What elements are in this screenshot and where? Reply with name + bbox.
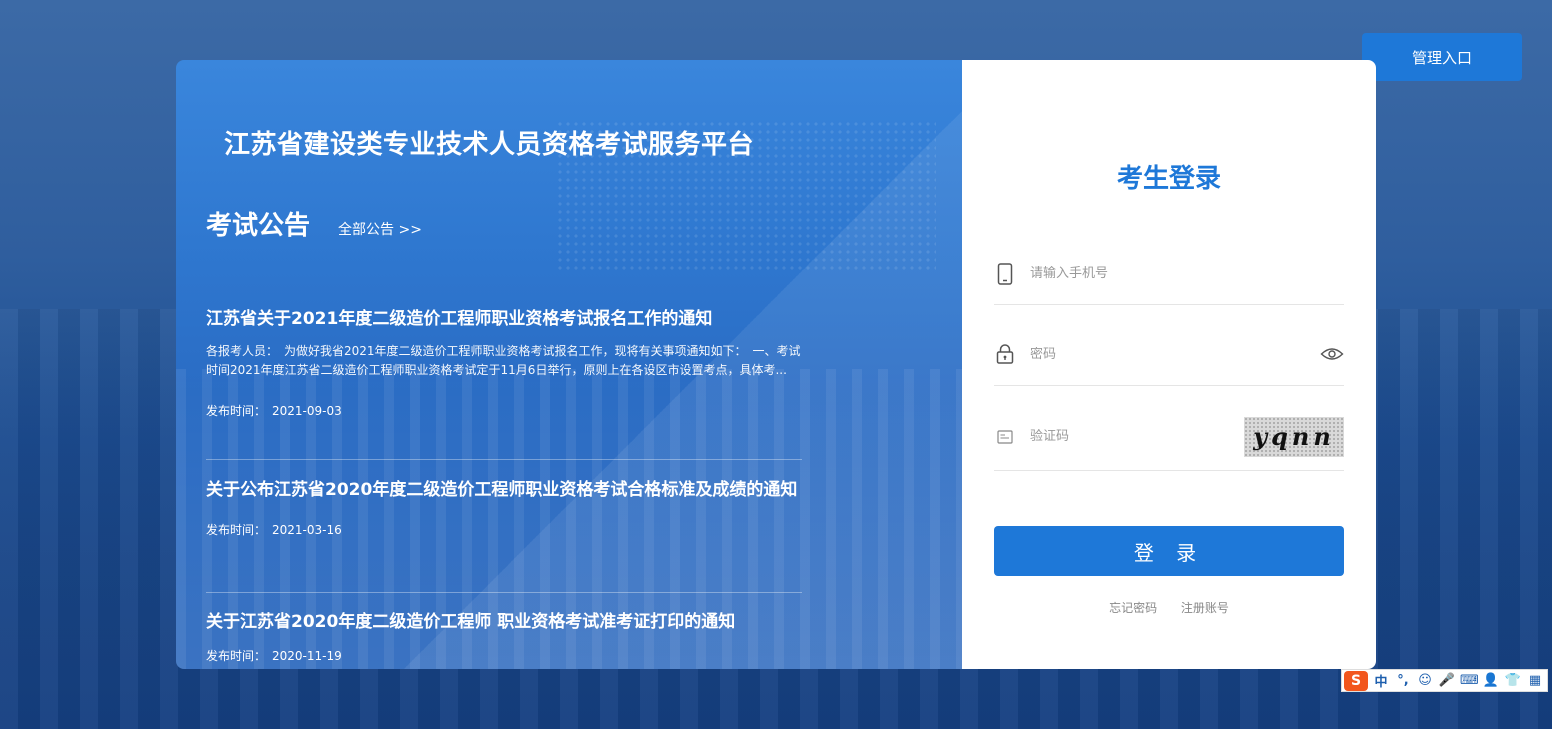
mobile-phone-icon	[994, 262, 1016, 285]
login-panel: 考生登录 yqnn 登 录 忘记密码 注册账号	[962, 60, 1376, 669]
news-item[interactable]: 江苏省关于2021年度二级造价工程师职业资格考试报名工作的通知 各报考人员： 为…	[206, 310, 802, 419]
microphone-icon[interactable]: 🎤	[1438, 673, 1456, 688]
emoji-icon[interactable]: ☺	[1416, 673, 1434, 688]
password-field	[994, 323, 1344, 386]
ime-toolbar: S 中 °, ☺ 🎤 ⌨ 👤 👕 ▦	[1341, 669, 1548, 692]
date-label: 发布时间：	[206, 523, 267, 537]
captcha-icon	[994, 426, 1016, 448]
news-date: 发布时间： 2021-03-16	[206, 521, 802, 538]
login-button[interactable]: 登 录	[994, 526, 1344, 576]
all-notices-link[interactable]: 全部公告 >>	[338, 219, 422, 239]
notice-panel: 江苏省建设类专业技术人员资格考试服务平台 考试公告 全部公告 >> 江苏省关于2…	[176, 60, 962, 669]
forgot-password-link[interactable]: 忘记密码	[1109, 601, 1157, 615]
platform-title: 江苏省建设类专业技术人员资格考试服务平台	[224, 130, 755, 160]
news-title[interactable]: 关于公布江苏省2020年度二级造价工程师职业资格考试合格标准及成绩的通知	[206, 481, 802, 499]
sogou-logo-icon[interactable]: S	[1344, 670, 1368, 691]
notice-header: 考试公告 全部公告 >>	[206, 205, 422, 242]
date-value: 2020-11-19	[272, 649, 342, 663]
date-label: 发布时间：	[206, 649, 267, 663]
divider	[206, 459, 802, 460]
date-value: 2021-03-16	[272, 523, 342, 537]
lock-icon	[994, 343, 1016, 365]
toolbox-icon[interactable]: ▦	[1526, 673, 1544, 688]
news-date: 发布时间： 2021-09-03	[206, 402, 802, 419]
password-input[interactable]	[1030, 346, 1320, 362]
phone-field	[994, 243, 1344, 305]
notice-section-title: 考试公告	[206, 211, 311, 241]
eye-icon[interactable]	[1320, 346, 1344, 362]
captcha-input[interactable]	[1030, 429, 1244, 444]
login-title: 考生登录	[1116, 164, 1221, 194]
register-link[interactable]: 注册账号	[1181, 601, 1229, 615]
news-item[interactable]: 关于江苏省2020年度二级造价工程师 职业资格考试准考证打印的通知 发布时间： 2…	[206, 613, 802, 664]
news-item[interactable]: 关于公布江苏省2020年度二级造价工程师职业资格考试合格标准及成绩的通知 发布时…	[206, 481, 802, 538]
admin-entry-button[interactable]: 管理入口	[1362, 33, 1522, 81]
chinese-mode-icon[interactable]: 中	[1372, 671, 1390, 690]
captcha-image[interactable]: yqnn	[1244, 416, 1344, 457]
punctuation-icon[interactable]: °,	[1394, 673, 1412, 688]
news-date: 发布时间： 2020-11-19	[206, 647, 802, 664]
main-card: 江苏省建设类专业技术人员资格考试服务平台 考试公告 全部公告 >> 江苏省关于2…	[176, 60, 1376, 669]
date-label: 发布时间：	[206, 404, 267, 418]
news-title[interactable]: 关于江苏省2020年度二级造价工程师 职业资格考试准考证打印的通知	[206, 613, 802, 631]
account-links: 忘记密码 注册账号	[962, 599, 1376, 616]
divider	[206, 592, 802, 593]
phone-input[interactable]	[1030, 266, 1344, 281]
keyboard-icon[interactable]: ⌨	[1460, 673, 1479, 688]
user-icon[interactable]: 👤	[1482, 673, 1500, 688]
news-title[interactable]: 江苏省关于2021年度二级造价工程师职业资格考试报名工作的通知	[206, 310, 802, 328]
date-value: 2021-09-03	[272, 404, 342, 418]
skin-icon[interactable]: 👕	[1504, 673, 1522, 688]
captcha-field: yqnn	[994, 403, 1344, 471]
news-summary: 各报考人员： 为做好我省2021年度二级造价工程师职业资格考试报名工作，现将有关…	[206, 344, 801, 377]
